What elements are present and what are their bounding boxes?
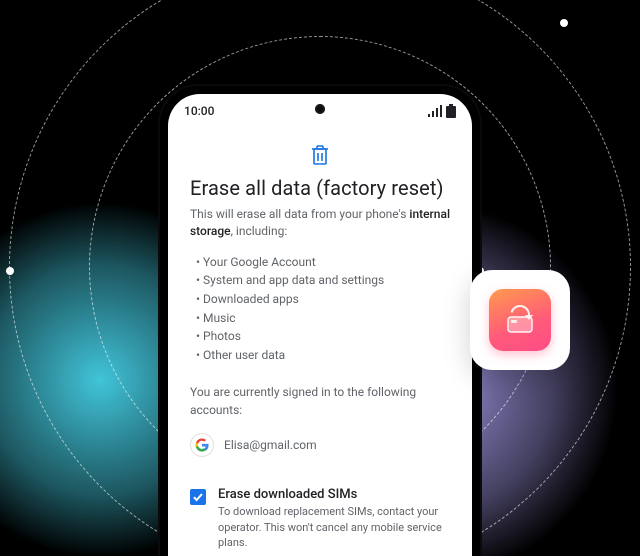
list-item: Downloaded apps bbox=[196, 290, 450, 309]
erase-sims-row[interactable]: Erase downloaded SIMs To download replac… bbox=[190, 487, 450, 550]
erase-sims-desc: To download replacement SIMs, contact yo… bbox=[218, 504, 450, 550]
lead-post: , including: bbox=[231, 224, 288, 238]
erase-sims-text: Erase downloaded SIMs To download replac… bbox=[218, 487, 450, 550]
page-title: Erase all data (factory reset) bbox=[190, 176, 450, 200]
list-item: Photos bbox=[196, 327, 450, 346]
erase-sims-title: Erase downloaded SIMs bbox=[218, 487, 450, 502]
list-item: System and app data and settings bbox=[196, 271, 450, 290]
phone-screen: 10:00 Erase all data (factory reset) bbox=[168, 94, 472, 556]
check-icon bbox=[192, 491, 204, 503]
phone-frame: 10:00 Erase all data (factory reset) bbox=[160, 86, 480, 556]
lead-text: This will erase all data from your phone… bbox=[190, 206, 450, 241]
account-row[interactable]: Elisa@gmail.com bbox=[190, 433, 450, 457]
header-icon-wrap bbox=[190, 144, 450, 166]
list-item: Your Google Account bbox=[196, 253, 450, 272]
battery-icon bbox=[446, 104, 456, 118]
signal-icon bbox=[428, 105, 442, 117]
lead-pre: This will erase all data from your phone… bbox=[190, 207, 409, 221]
front-camera bbox=[315, 104, 325, 114]
floating-app-badge bbox=[470, 270, 570, 370]
google-logo-icon bbox=[190, 433, 214, 457]
stage: 10:00 Erase all data (factory reset) bbox=[0, 0, 640, 556]
page-content: Erase all data (factory reset) This will… bbox=[168, 122, 472, 550]
signed-in-text: You are currently signed in to the follo… bbox=[190, 384, 450, 419]
list-item: Music bbox=[196, 309, 450, 328]
status-time: 10:00 bbox=[184, 104, 214, 118]
erase-items-list: Your Google Account System and app data … bbox=[190, 253, 450, 365]
list-item: Other user data bbox=[196, 346, 450, 365]
account-email: Elisa@gmail.com bbox=[224, 438, 317, 452]
trash-icon bbox=[310, 144, 330, 166]
erase-sims-checkbox[interactable] bbox=[190, 489, 206, 505]
status-indicators bbox=[428, 104, 456, 118]
recovery-app-icon bbox=[489, 289, 551, 351]
